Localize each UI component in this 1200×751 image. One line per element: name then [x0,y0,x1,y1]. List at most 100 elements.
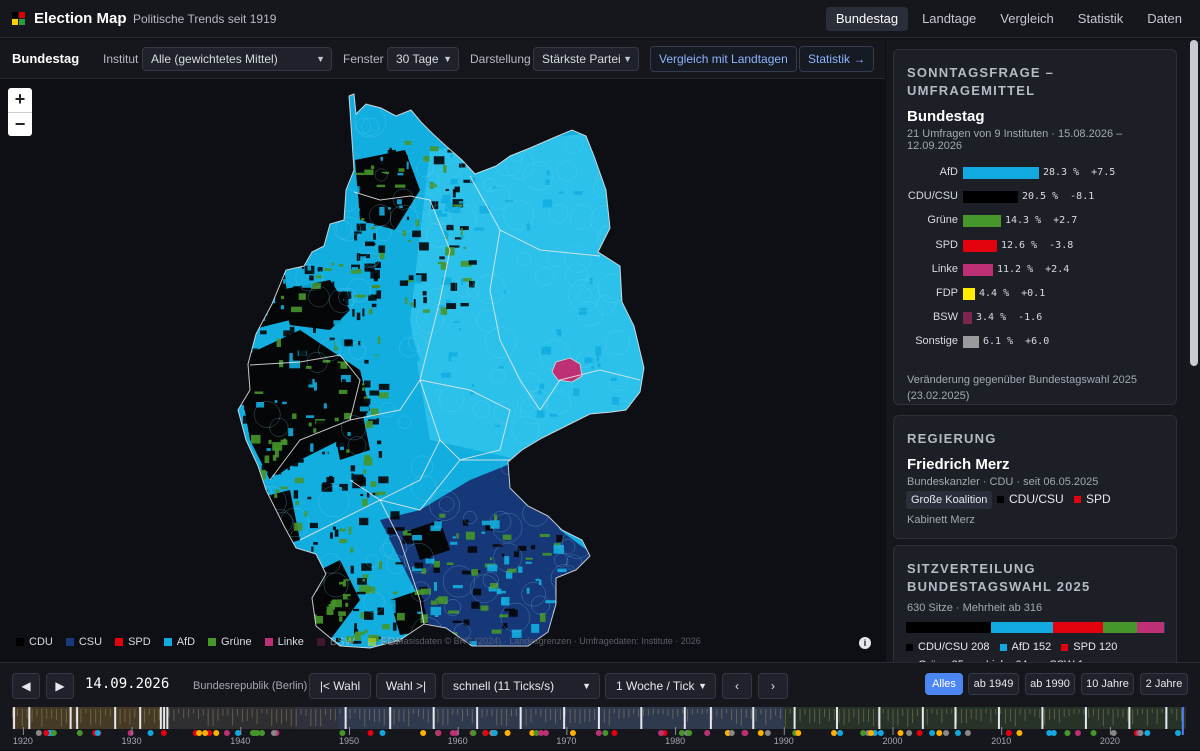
timeline-event-dot[interactable] [658,730,664,736]
timeline-election-marker[interactable] [563,707,565,729]
timeline-election-marker[interactable] [70,707,72,729]
timeline-event-dot[interactable] [148,730,154,736]
timeline-cursor[interactable] [1182,707,1184,735]
timeline-event-dot[interactable] [1144,730,1150,736]
timeline-event-dot[interactable] [380,730,386,736]
timeline-event-dot[interactable] [538,730,544,736]
timeline-event-dot[interactable] [492,730,498,736]
timeline-election-marker[interactable] [345,707,347,729]
nav-vergleich[interactable]: Vergleich [990,7,1063,31]
timeline-event-dot[interactable] [271,730,277,736]
timeline-event-dot[interactable] [224,730,230,736]
timeline-election-marker[interactable] [13,707,15,729]
nav-statistik[interactable]: Statistik [1068,7,1134,31]
timeline-event-dot[interactable] [1175,730,1181,736]
timeline-event-dot[interactable] [929,730,935,736]
range-10-jahre[interactable]: 10 Jahre [1081,673,1134,695]
info-icon[interactable]: i [859,637,871,649]
timeline-election-marker[interactable] [752,707,754,729]
timeline-election-marker[interactable] [794,707,796,729]
timeline-event-dot[interactable] [795,730,801,736]
fenster-select[interactable]: 30 Tage ▼ [387,47,459,71]
prev-step-button[interactable]: ‹ [722,673,752,699]
timeline-event-dot[interactable] [955,730,961,736]
darstellung-select[interactable]: Stärkste Partei ▼ [533,47,639,71]
timeline-event-dot[interactable] [470,730,476,736]
timeline-election-marker[interactable] [166,707,168,729]
timeline-election-marker[interactable] [998,707,1000,729]
timeline-event-dot[interactable] [1016,730,1022,736]
timeline-election-marker[interactable] [114,707,116,729]
zoom-out-button[interactable]: − [8,112,32,136]
timeline-event-dot[interactable] [611,730,617,736]
step-select[interactable]: 1 Woche / Tick ▼ [605,673,716,699]
timeline-election-marker[interactable] [1085,707,1087,729]
timeline-event-dot[interactable] [36,730,42,736]
timeline-event-dot[interactable] [95,730,101,736]
timeline-election-marker[interactable] [954,707,956,729]
timeline-event-dot[interactable] [765,730,771,736]
timeline-event-dot[interactable] [196,730,202,736]
nav-bundestag[interactable]: Bundestag [826,7,908,31]
timeline-election-marker[interactable] [836,707,838,729]
zoom-in-button[interactable]: + [8,88,32,112]
range-2-jahre[interactable]: 2 Jahre [1140,673,1188,695]
nav-daten[interactable]: Daten [1137,7,1192,31]
timeline-election-marker[interactable] [476,707,478,729]
timeline-event-dot[interactable] [51,730,57,736]
timeline-event-dot[interactable] [259,730,265,736]
timeline-event-dot[interactable] [252,730,258,736]
timeline-election-marker[interactable] [640,707,642,729]
timeline-event-dot[interactable] [213,730,219,736]
timeline-election-marker[interactable] [160,707,162,729]
timeline-election-marker[interactable] [1128,707,1130,729]
range-alles[interactable]: Alles [925,673,963,695]
timeline-event-dot[interactable] [1091,730,1097,736]
institut-select[interactable]: Alle (gewichtetes Mittel) ▼ [142,47,332,71]
timeline-election-marker[interactable] [139,707,141,729]
timeline-election-marker[interactable] [598,707,600,729]
timeline-event-dot[interactable] [868,730,874,736]
timeline-event-dot[interactable] [505,730,511,736]
speed-select[interactable]: schnell (11 Ticks/s) ▼ [442,673,600,699]
timeline-event-dot[interactable] [917,730,923,736]
timeline-event-dot[interactable] [758,730,764,736]
play-button[interactable]: ▶ [46,673,74,699]
timeline-event-dot[interactable] [77,730,83,736]
germany-map[interactable] [0,80,885,662]
timeline-event-dot[interactable] [602,730,608,736]
timeline-election-marker[interactable] [922,707,924,729]
timeline-event-dot[interactable] [741,730,747,736]
timeline-event-dot[interactable] [704,730,710,736]
timeline-event-dot[interactable] [831,730,837,736]
timeline-event-dot[interactable] [596,730,602,736]
timeline-event-dot[interactable] [1064,730,1070,736]
timeline-event-dot[interactable] [1051,730,1057,736]
timeline-event-dot[interactable] [686,730,692,736]
timeline-election-marker[interactable] [163,707,165,729]
timeline-event-dot[interactable] [435,730,441,736]
timeline-election-marker[interactable] [28,707,30,729]
timeline-event-dot[interactable] [837,730,843,736]
panel-scrollbar-thumb[interactable] [1190,40,1198,366]
timeline-event-dot[interactable] [420,730,426,736]
timeline-event-dot[interactable] [43,730,49,736]
timeline-election-marker[interactable] [684,707,686,729]
timeline-election-marker[interactable] [76,707,78,729]
compare-landtage-button[interactable]: Vergleich mit Landtagen [650,46,797,72]
timeline-event-dot[interactable] [1137,730,1143,736]
timeline-event-dot[interactable] [729,730,735,736]
timeline-election-marker[interactable] [433,707,435,729]
timeline-election-marker[interactable] [878,707,880,729]
statistik-button[interactable]: Statistik → [799,46,874,72]
range-ab-1990[interactable]: ab 1990 [1025,673,1075,695]
timeline-event-dot[interactable] [367,730,373,736]
timeline-election-marker[interactable] [389,707,391,729]
timeline-election-marker[interactable] [1165,707,1167,729]
timeline-event-dot[interactable] [161,730,167,736]
timeline-election-marker[interactable] [520,707,522,729]
timeline-event-dot[interactable] [965,730,971,736]
timeline-event-dot[interactable] [1075,730,1081,736]
timeline-event-dot[interactable] [936,730,942,736]
timeline-event-dot[interactable] [943,730,949,736]
